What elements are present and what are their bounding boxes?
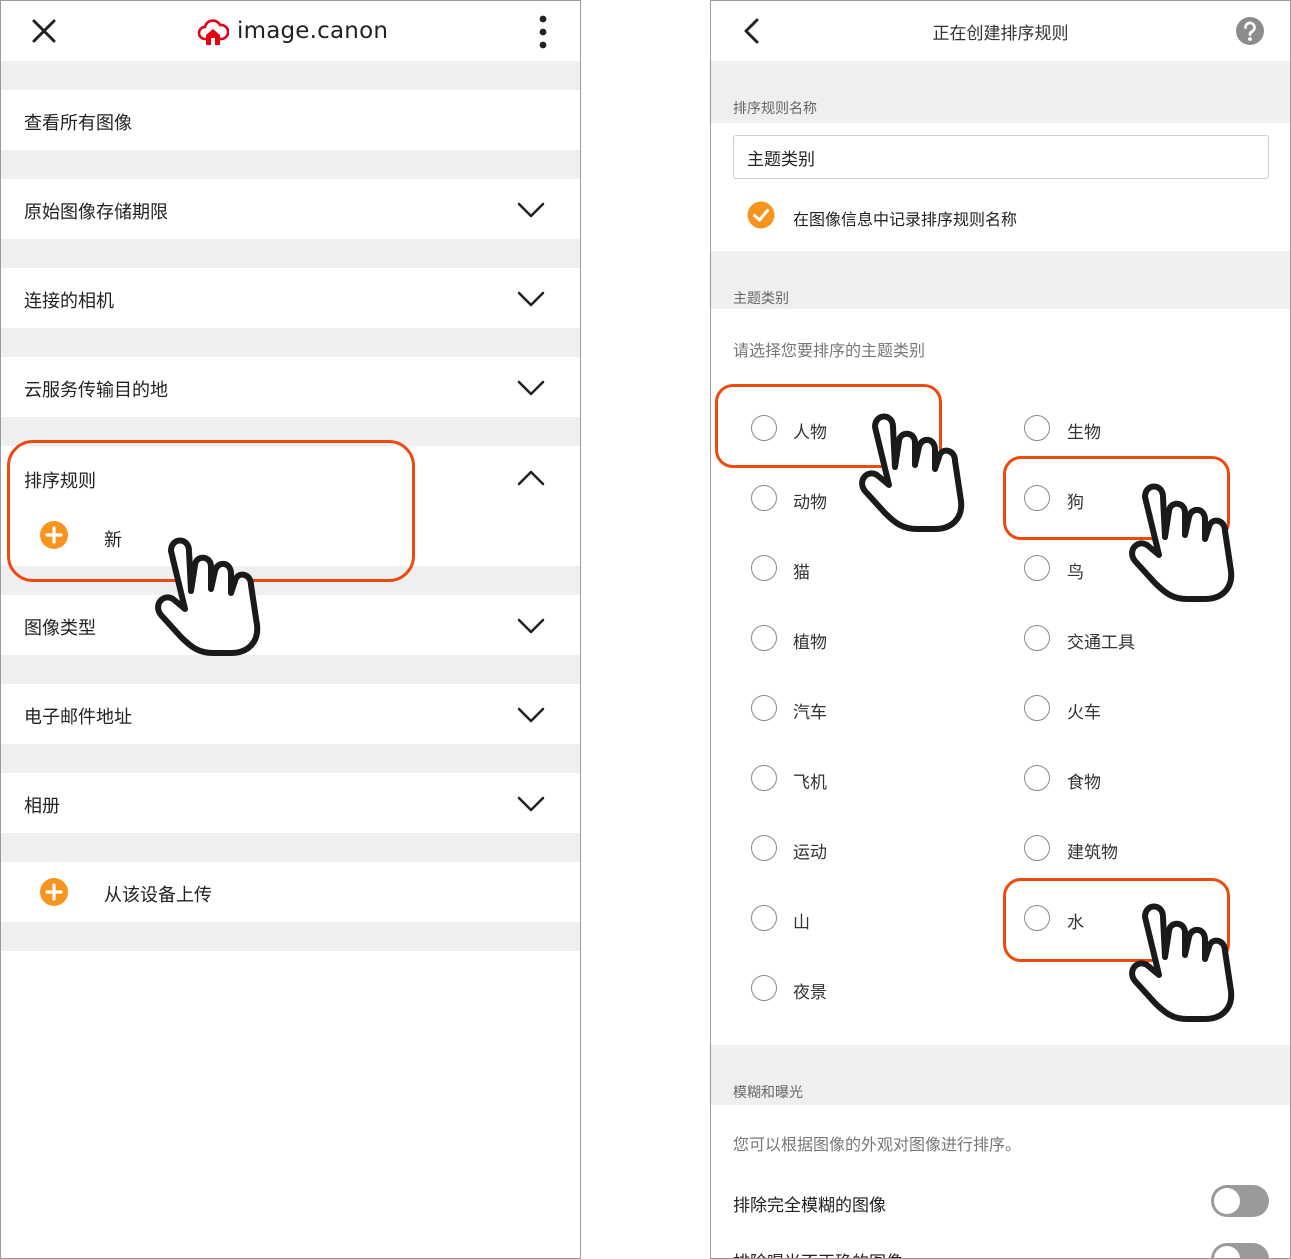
menu-screen: image.canon 查看所有图像 原始图像存储期限 连接的相机 云服务传输目… — [0, 0, 581, 1259]
chevron-down-icon — [517, 380, 545, 396]
option-label: 交通工具 — [1067, 633, 1135, 653]
more-vertical-icon[interactable] — [533, 15, 553, 49]
option-label: 火车 — [1067, 703, 1101, 723]
radio-animals[interactable] — [751, 485, 777, 511]
radio-plants[interactable] — [751, 625, 777, 651]
radio-airplanes[interactable] — [751, 765, 777, 791]
subject-hint: 请选择您要排序的主题类别 — [733, 341, 926, 360]
exclude-exposure-toggle[interactable] — [1211, 1243, 1269, 1258]
menu-item-label: 查看所有图像 — [24, 113, 132, 134]
divider — [1, 239, 580, 268]
option-label: 建筑物 — [1067, 843, 1118, 863]
cloud-home-icon — [197, 19, 229, 45]
menu-item-label: 图像类型 — [24, 618, 96, 639]
radio-buildings[interactable] — [1024, 835, 1050, 861]
section-header-blur: 模糊和曝光 — [711, 1045, 1290, 1105]
section-header-rule-name: 排序规则名称 — [711, 61, 1290, 123]
radio-sports[interactable] — [751, 835, 777, 861]
pointing-hand-icon — [859, 413, 965, 532]
record-name-checkbox-label: 在图像信息中记录排序规则名称 — [793, 210, 1018, 229]
rule-name-input[interactable] — [733, 135, 1269, 179]
divider — [1, 150, 580, 179]
radio-cars[interactable] — [751, 695, 777, 721]
option-label: 植物 — [793, 633, 827, 653]
menu-item-label: 原始图像存储期限 — [24, 202, 168, 223]
radio-creatures[interactable] — [1024, 415, 1050, 441]
menu-item-album[interactable]: 相册 — [1, 773, 580, 833]
menu-item-cloud-destination[interactable]: 云服务传输目的地 — [1, 357, 580, 417]
help-icon[interactable] — [1235, 16, 1265, 46]
create-sort-rule-screen: 正在创建排序规则 排序规则名称 在图像信息中记录排序规则名称 主题类别 请选择您… — [710, 0, 1291, 1259]
menu-item-connected-cameras[interactable]: 连接的相机 — [1, 268, 580, 328]
screen-header: 正在创建排序规则 — [711, 1, 1290, 61]
blur-hint: 您可以根据图像的外观对图像进行排序。 — [733, 1135, 1022, 1154]
brand-name: image.canon — [237, 18, 389, 44]
chevron-down-icon — [517, 291, 545, 307]
upload-label: 从该设备上传 — [104, 885, 212, 906]
option-label: 运动 — [793, 843, 827, 863]
option-label: 夜景 — [793, 983, 827, 1003]
option-label: 飞机 — [793, 773, 827, 793]
menu-item-storage-period[interactable]: 原始图像存储期限 — [1, 179, 580, 239]
menu-item-label: 连接的相机 — [24, 291, 114, 312]
divider — [1, 744, 580, 773]
chevron-down-icon — [517, 707, 545, 723]
option-label: 食物 — [1067, 773, 1101, 793]
option-label: 猫 — [793, 563, 810, 583]
divider — [1, 833, 580, 862]
menu-item-view-all[interactable]: 查看所有图像 — [1, 90, 580, 150]
divider — [1, 922, 580, 951]
pointing-hand-icon — [1129, 903, 1235, 1022]
divider — [1, 328, 580, 357]
radio-mountains[interactable] — [751, 905, 777, 931]
brand-logo: image.canon — [197, 13, 388, 49]
pointing-hand-icon — [155, 537, 261, 656]
section-title: 排序规则名称 — [733, 101, 817, 117]
pointing-hand-icon — [1129, 483, 1235, 602]
close-icon[interactable] — [29, 16, 59, 46]
option-label: 山 — [793, 913, 810, 933]
radio-night-scene[interactable] — [751, 975, 777, 1001]
chevron-up-icon[interactable] — [517, 469, 545, 487]
chevron-down-icon — [517, 202, 545, 218]
app-header: image.canon — [1, 1, 580, 61]
section-title: 主题类别 — [733, 291, 789, 307]
menu-item-label: 相册 — [24, 796, 60, 817]
radio-vehicles[interactable] — [1024, 625, 1050, 651]
section-title: 模糊和曝光 — [733, 1085, 803, 1101]
menu-item-image-type[interactable]: 图像类型 — [1, 595, 580, 655]
menu-item-email[interactable]: 电子邮件地址 — [1, 684, 580, 744]
option-label: 鸟 — [1067, 563, 1084, 583]
exclude-blurred-toggle[interactable] — [1211, 1185, 1269, 1217]
radio-birds[interactable] — [1024, 555, 1050, 581]
option-label: 生物 — [1067, 423, 1101, 443]
menu-item-label: 云服务传输目的地 — [24, 380, 168, 401]
radio-cats[interactable] — [751, 555, 777, 581]
exclude-exposure-label: 排除曝光不正确的图像 — [733, 1248, 903, 1258]
radio-food[interactable] — [1024, 765, 1050, 791]
page-title: 正在创建排序规则 — [932, 24, 1069, 44]
add-circle-icon — [40, 878, 68, 906]
menu-item-label: 电子邮件地址 — [24, 707, 132, 728]
section-header-subject: 主题类别 — [711, 251, 1290, 309]
option-label: 汽车 — [793, 703, 827, 723]
radio-trains[interactable] — [1024, 695, 1050, 721]
divider — [1, 655, 580, 684]
divider — [1, 61, 580, 90]
upload-from-device[interactable]: 从该设备上传 — [1, 862, 580, 922]
option-label: 动物 — [793, 493, 827, 513]
exclude-blurred-label: 排除完全模糊的图像 — [733, 1196, 886, 1216]
checkbox-checked-icon[interactable] — [747, 201, 775, 229]
chevron-down-icon — [517, 618, 545, 634]
chevron-down-icon — [517, 796, 545, 812]
